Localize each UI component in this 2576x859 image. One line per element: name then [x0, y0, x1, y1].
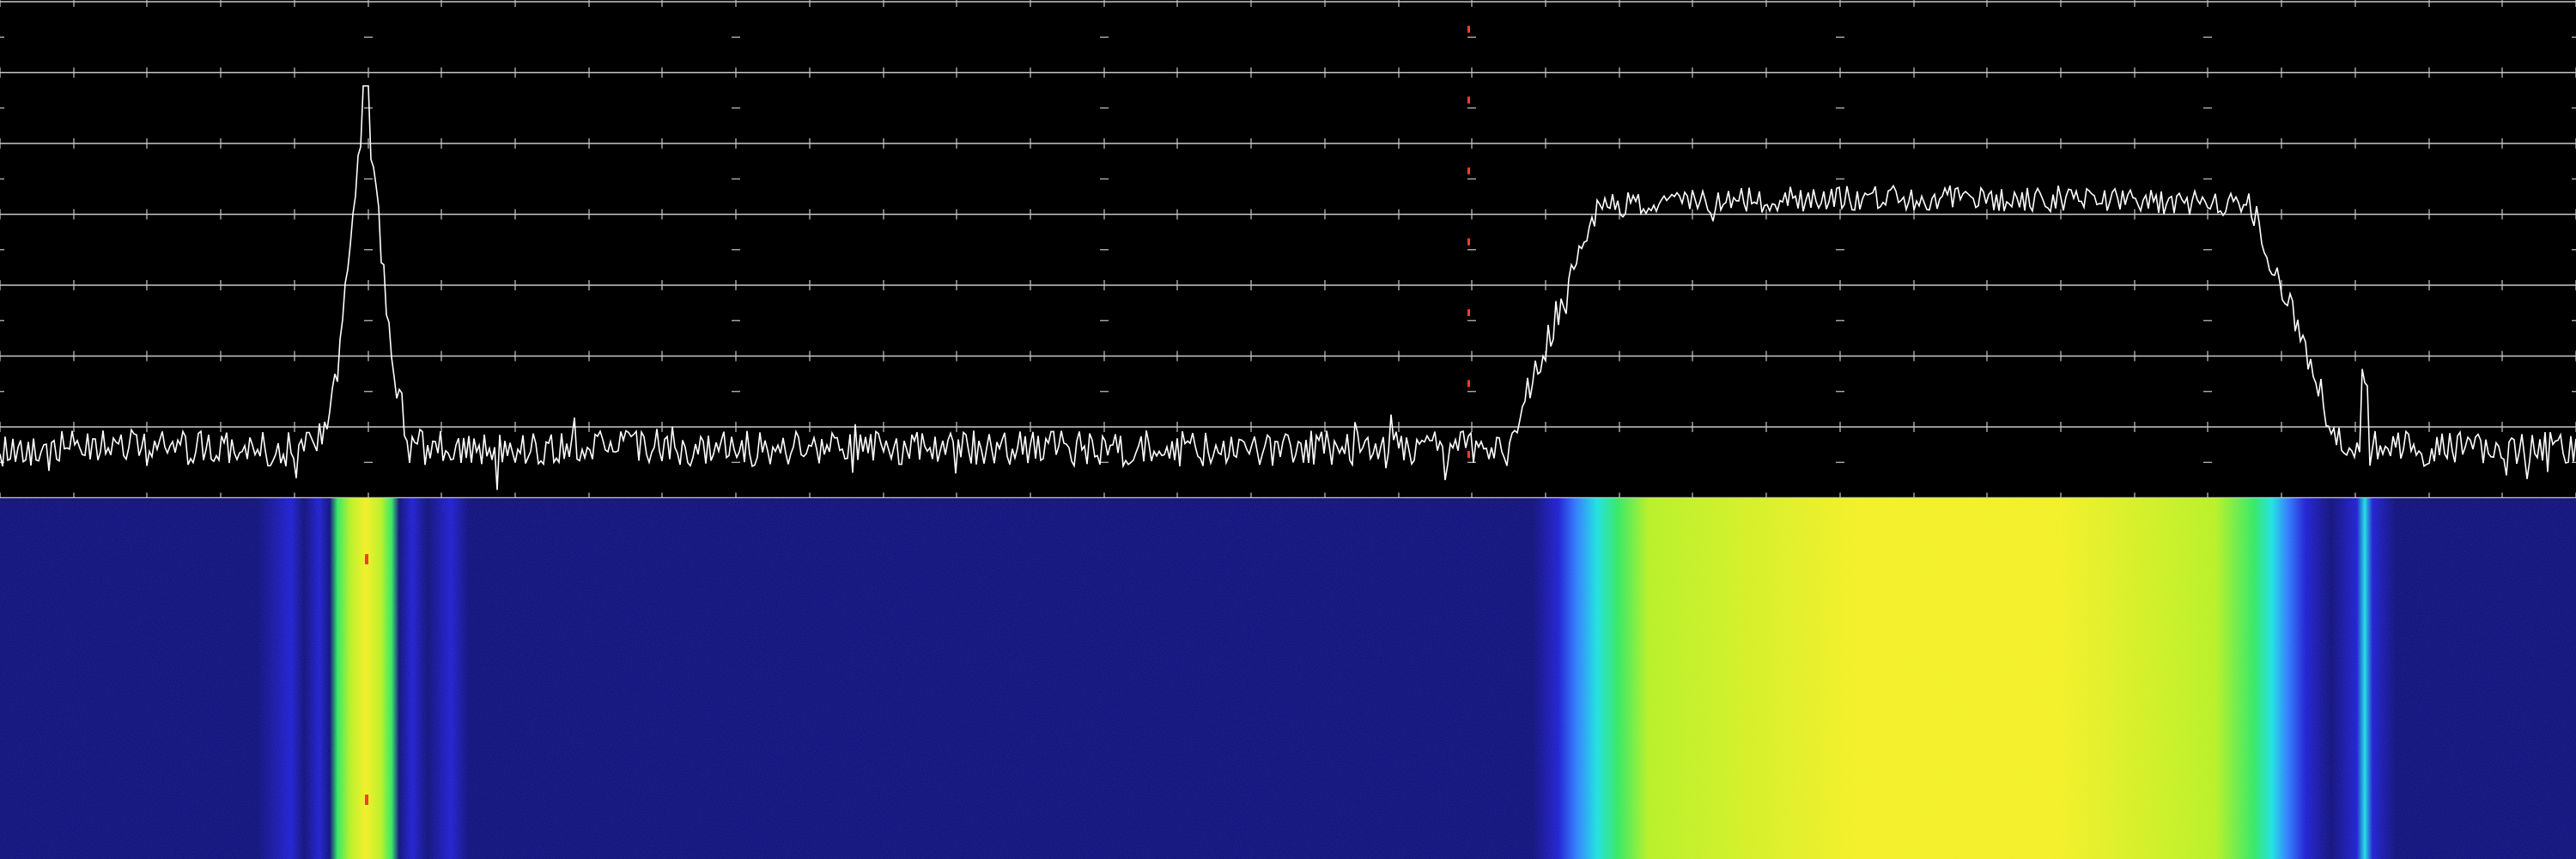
- center-marker-dash: [1467, 26, 1470, 33]
- carrier-mark-bottom: [365, 795, 368, 805]
- center-marker-dash: [1467, 380, 1470, 387]
- carrier-mark-top: [365, 554, 368, 564]
- waterfall-display[interactable]: [0, 498, 2576, 859]
- center-marker-dash: [1467, 168, 1470, 174]
- spectrum-trace: [0, 85, 2576, 490]
- waterfall-svg: [0, 498, 2576, 859]
- center-marker-dash: [1467, 451, 1470, 458]
- spectrum-svg: [0, 0, 2576, 498]
- grid-tick-marks: [0, 0, 2576, 498]
- sdr-display: [0, 0, 2576, 859]
- spectrum-plot[interactable]: [0, 0, 2576, 498]
- center-marker-dash: [1467, 309, 1470, 316]
- waterfall-noise: [0, 498, 2576, 859]
- center-marker-dash: [1467, 238, 1470, 246]
- center-marker-dash: [1467, 96, 1470, 104]
- horizontal-gridlines: [0, 1, 2576, 498]
